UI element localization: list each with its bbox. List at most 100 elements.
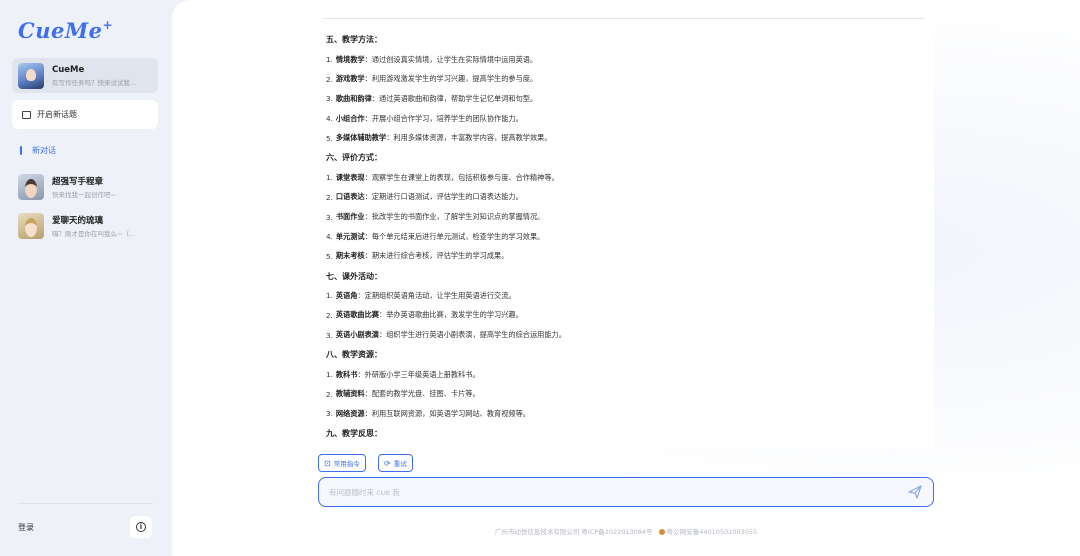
item-number: 3.: [326, 94, 333, 104]
login-link[interactable]: 登录: [18, 522, 34, 533]
item-number: 3.: [326, 212, 333, 222]
divider: [322, 18, 924, 19]
message-content: 五、教学方法： 1. 情境教学 ：通过创设真实情境，让学生在实际情境中运用英语。 2. 游…: [318, 8, 934, 448]
logo[interactable]: CueMe+: [18, 18, 113, 43]
section-heading: 八、教学资源：: [326, 345, 566, 365]
item-number: 2.: [326, 389, 333, 399]
avatar: [18, 62, 44, 89]
item-term: 网络资源: [335, 408, 365, 418]
list-item: 4. 单元测试 ：每个单元结束后进行单元测试，检查学生的学习效果。: [326, 227, 566, 247]
chat-item-writer[interactable]: 超强写手程章 快来找我一起创作吧~: [12, 172, 158, 202]
item-number: 1.: [326, 55, 333, 65]
item-term: 期末考核: [335, 251, 365, 261]
list-item: 2. 口语表达 ：定期进行口语测试，评估学生的口语表达能力。: [326, 188, 566, 208]
send-icon[interactable]: [907, 484, 923, 500]
item-term: 英语小剧表演: [335, 330, 379, 340]
list-item: 3. 书面作业 ：批改学生的书面作业，了解学生对知识点的掌握情况。: [326, 207, 566, 227]
item-text: ：组织学生进行英语小剧表演，提高学生的综合运用能力。: [379, 330, 566, 340]
list-item: 2. 教辅资料 ：配套的教学光盘、挂图、卡片等。: [326, 384, 566, 404]
chat-item-cueme[interactable]: CueMe 有写作任务吗？快来试试我...: [12, 58, 158, 93]
item-text: ：外研版小学三年级英语上册教科书。: [357, 369, 480, 379]
avatar: [18, 174, 44, 200]
chat-input[interactable]: [329, 487, 869, 497]
sidebar: CueMe+ CueMe 有写作任务吗？快来试试我... 开启新话题 新对话 超…: [0, 0, 172, 556]
list-item: 3. 网络资源 ：利用互联网资源，如英语学习网站、教育视频等。: [326, 404, 566, 424]
section-heading: 九、教学反思：: [326, 424, 566, 444]
heading-text: 五、教学方法：: [326, 35, 382, 45]
chat-title: 超强写手程章: [52, 177, 104, 187]
chat-subtitle: 有写作任务吗？快来试试我...: [52, 78, 137, 87]
item-number: 4.: [326, 232, 333, 242]
item-text: ：观察学生在课堂上的表现，包括积极参与度、合作精神等。: [364, 172, 559, 182]
retry-label: 重试: [393, 460, 407, 468]
command-icon: ⊡: [324, 458, 331, 468]
item-term: 歌曲和韵律: [335, 93, 372, 103]
item-number: 1.: [326, 173, 333, 183]
item-text: ：定期组织英语角活动，让学生用英语进行交流。: [357, 290, 516, 300]
new-topic-button[interactable]: 开启新话题: [12, 100, 158, 129]
main-panel: 五、教学方法： 1. 情境教学 ：通过创设真实情境，让学生在实际情境中运用英语。 2. 游…: [172, 0, 1080, 556]
item-term: 英语角: [335, 290, 358, 300]
item-text: ：利用游戏激发学生的学习兴趣，提高学生的参与度。: [364, 74, 538, 84]
item-text: ：期末进行综合考核，评估学生的学习成果。: [364, 251, 509, 261]
item-number: 1.: [326, 370, 333, 380]
heading-text: 九、教学反思：: [326, 429, 382, 439]
item-number: 2.: [326, 74, 333, 84]
item-term: 教科书: [335, 369, 358, 379]
section-new-chat: 新对话: [20, 145, 56, 156]
item-term: 单元测试: [335, 231, 365, 241]
item-term: 口语表达: [335, 192, 365, 202]
common-commands-label: 常用指令: [333, 460, 360, 468]
list-item: 1. 课堂表现 ：观察学生在课堂上的表现，包括积极参与度、合作精神等。: [326, 168, 566, 188]
item-number: 3.: [326, 409, 333, 419]
divider: [18, 503, 153, 504]
chat-item-liuli[interactable]: 爱聊天的琉璃 嗨？刚才是你在叫我么~（...: [12, 211, 158, 241]
list-item: 5. 多媒体辅助教学 ：利用多媒体资源，丰富教学内容，提高教学效果。: [326, 128, 566, 148]
avatar: [18, 213, 44, 239]
chat-title: CueMe: [52, 64, 85, 75]
chat-title: 爱聊天的琉璃: [52, 216, 104, 226]
item-term: 教辅资料: [335, 389, 365, 399]
refresh-icon: ⟳: [384, 458, 391, 468]
item-text: ：每个单元结束后进行单元测试，检查学生的学习效果。: [364, 231, 545, 241]
message-lines: 五、教学方法： 1. 情境教学 ：通过创设真实情境，让学生在实际情境中运用英语。 2. 游…: [326, 30, 566, 443]
list-item: 3. 歌曲和韵律 ：通过英语歌曲和韵律，帮助学生记忆单词和句型。: [326, 89, 566, 109]
info-icon: i: [136, 522, 146, 532]
section-heading: 七、课外活动：: [326, 266, 566, 286]
item-text: ：利用互联网资源，如英语学习网站、教育视频等。: [364, 408, 530, 418]
list-item: 2. 游戏教学 ：利用游戏激发学生的学习兴趣，提高学生的参与度。: [326, 69, 566, 89]
info-button[interactable]: i: [130, 516, 152, 538]
item-term: 书面作业: [335, 212, 365, 222]
list-item: 1. 教科书 ：外研版小学三年级英语上册教科书。: [326, 365, 566, 385]
item-term: 英语歌曲比赛: [335, 310, 379, 320]
item-term: 小组合作: [335, 113, 365, 123]
heading-text: 六、评价方式：: [326, 153, 382, 163]
item-term: 情境教学: [335, 54, 365, 64]
item-text: ：举办英语歌曲比赛，激发学生的学习兴趣。: [379, 310, 523, 320]
chat-input-box[interactable]: [318, 477, 934, 507]
list-item: 1. 英语角 ：定期组织英语角活动，让学生用英语进行交流。: [326, 286, 566, 306]
chat-bubble-icon: [22, 110, 31, 119]
item-number: 2.: [326, 192, 333, 202]
item-term: 多媒体辅助教学: [335, 133, 387, 143]
retry-button[interactable]: ⟳ 重试: [378, 454, 413, 472]
item-text: ：配套的教学光盘、挂图、卡片等。: [364, 389, 480, 399]
heading-text: 八、教学资源：: [326, 350, 382, 360]
footer: 广州市动悦信息技术有限公司 粤ICP备2022013084号 粤公网安备4401…: [172, 526, 1080, 536]
list-item: 3. 英语小剧表演 ：组织学生进行英语小剧表演，提高学生的综合运用能力。: [326, 325, 566, 345]
item-number: 5.: [326, 133, 333, 143]
common-commands-button[interactable]: ⊡ 常用指令: [318, 454, 366, 472]
footer-company: 广州市动悦信息技术有限公司 粤ICP备2022013084号: [494, 528, 653, 536]
item-number: 1.: [326, 291, 333, 301]
section-heading: 六、评价方式：: [326, 148, 566, 168]
chat-subtitle: 快来找我一起创作吧~: [52, 191, 116, 199]
item-term: 游戏教学: [335, 74, 365, 84]
list-item: 1. 情境教学 ：通过创设真实情境，让学生在实际情境中运用英语。: [326, 50, 566, 70]
list-item: 4. 小组合作 ：开展小组合作学习，培养学生的团队协作能力。: [326, 109, 566, 129]
list-item: 5. 期末考核 ：期末进行综合考核，评估学生的学习成果。: [326, 247, 566, 267]
item-term: 课堂表现: [335, 172, 365, 182]
section-label: 新对话: [32, 146, 56, 155]
police-badge-icon: [658, 528, 665, 535]
section-indicator: [20, 146, 22, 155]
item-text: ：开展小组合作学习，培养学生的团队协作能力。: [364, 113, 523, 123]
